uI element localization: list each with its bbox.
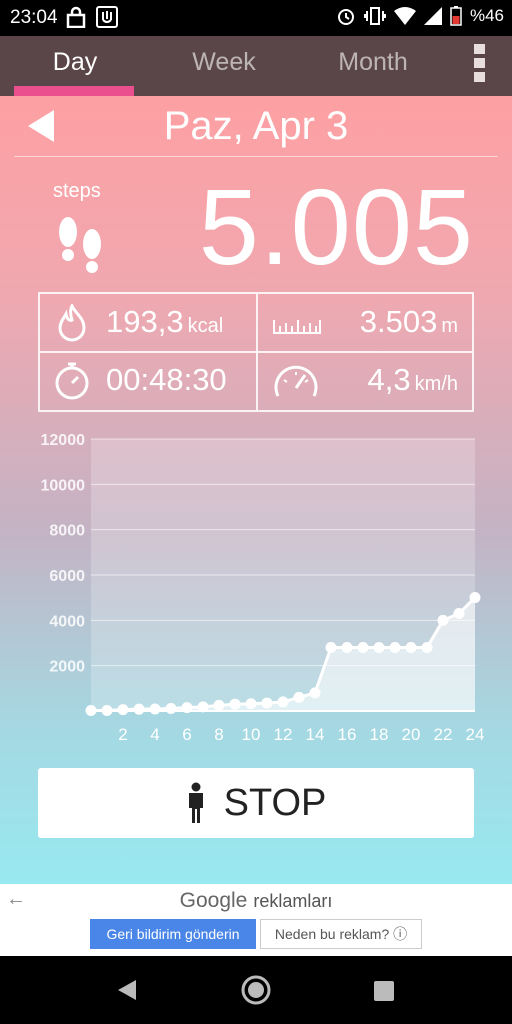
data-point [213, 699, 225, 711]
data-point [357, 642, 369, 654]
steps-count: 5.005 [198, 166, 474, 287]
date-row: Paz, Apr 3 [0, 96, 512, 156]
speedometer-icon [274, 365, 318, 397]
data-point [197, 701, 209, 713]
x-tick-label: 10 [242, 725, 261, 744]
x-tick-label: 12 [274, 725, 293, 744]
vibrate-icon [363, 7, 386, 25]
x-tick-label: 14 [306, 725, 325, 744]
data-point [101, 705, 113, 717]
date-title: Paz, Apr 3 [163, 104, 349, 148]
distance-stat: 3.503 m [360, 304, 458, 340]
steps-label: steps [53, 180, 101, 202]
distance-unit: m [441, 315, 458, 337]
speed-unit: km/h [414, 373, 458, 395]
stop-button[interactable]: STOP [38, 768, 474, 838]
active-tab-indicator [14, 86, 134, 96]
overflow-menu-icon[interactable] [474, 44, 488, 82]
data-point [437, 614, 449, 626]
calories-stat: 193,3 kcal [106, 304, 223, 340]
status-left-icons [66, 6, 118, 28]
data-point [469, 592, 481, 604]
navigation-bar [0, 956, 512, 1024]
home-nav-icon[interactable] [240, 974, 272, 1006]
notification-app-icon [96, 6, 118, 28]
data-point [389, 642, 401, 654]
data-point [181, 702, 193, 714]
duration-value: 00:48:30 [106, 362, 227, 397]
back-nav-icon[interactable] [116, 978, 138, 1002]
y-tick-label: 10000 [41, 477, 86, 494]
x-tick-label: 6 [182, 725, 191, 744]
speed-stat: 4,3 km/h [368, 362, 458, 398]
data-point [133, 703, 145, 715]
ad-header-label: reklamları [253, 891, 333, 911]
x-tick-label: 4 [150, 725, 159, 744]
stopwatch-icon [55, 362, 89, 400]
lock-icon [66, 6, 86, 28]
ad-banner: ← Google reklamları Geri bildirim gönderi… [0, 884, 512, 956]
ad-header: Google reklamları [0, 889, 512, 913]
data-point [261, 697, 273, 709]
data-point [277, 696, 289, 708]
y-tick-label: 12000 [41, 432, 86, 449]
x-tick-label: 8 [214, 725, 223, 744]
data-point [325, 642, 337, 654]
y-tick-label: 8000 [49, 523, 85, 540]
main-content: Paz, Apr 3 steps 5.005 193,3 kcal 3.503 m … [0, 96, 512, 884]
signal-icon [423, 7, 442, 25]
data-point [293, 691, 305, 703]
x-tick-label: 20 [402, 725, 421, 744]
status-right: %46 [336, 6, 504, 26]
recents-nav-icon[interactable] [373, 980, 395, 1002]
ruler-icon [273, 320, 321, 334]
battery-icon [450, 6, 462, 26]
tab-week[interactable]: Week [149, 36, 299, 96]
status-time: 23:04 [10, 7, 58, 28]
wifi-icon [393, 7, 416, 25]
data-point [165, 703, 177, 715]
distance-value: 3.503 [359, 304, 438, 339]
data-point [117, 704, 129, 716]
calories-value: 193,3 [106, 304, 184, 339]
y-tick-label: 4000 [49, 613, 85, 630]
ad-why-button[interactable]: Neden bu reklam? ⓘ [260, 919, 422, 949]
footprints-icon [59, 217, 101, 273]
y-tick-label: 6000 [49, 568, 85, 585]
battery-percent: %46 [469, 6, 504, 25]
data-point [149, 703, 161, 715]
x-tick-label: 2 [118, 725, 127, 744]
stats-grid: 193,3 kcal 3.503 m 00:48:30 4,3 km/h [38, 292, 474, 412]
flame-icon [58, 304, 86, 342]
ad-brand: Google [179, 889, 248, 912]
data-point [309, 687, 321, 699]
data-point [453, 608, 465, 620]
x-tick-label: 18 [370, 725, 389, 744]
ad-feedback-button[interactable]: Geri bildirim gönderin [90, 919, 256, 949]
data-point [229, 698, 241, 710]
x-tick-label: 16 [338, 725, 357, 744]
data-point [373, 642, 385, 654]
x-tick-label: 24 [466, 725, 485, 744]
alarm-icon [337, 9, 354, 25]
stop-button-label: STOP [223, 781, 327, 824]
data-point [405, 642, 417, 654]
person-icon [188, 782, 203, 823]
x-tick-label: 22 [434, 725, 453, 744]
tab-month[interactable]: Month [298, 36, 448, 96]
divider [14, 156, 498, 157]
duration-stat: 00:48:30 [106, 362, 227, 398]
data-point [341, 642, 353, 654]
speed-value: 4,3 [367, 362, 411, 397]
tab-bar: Day Week Month [0, 36, 512, 96]
calories-unit: kcal [187, 315, 224, 337]
status-bar: 23:04 %46 [0, 0, 512, 36]
hourly-steps-chart: 20004000600080001000012000 2 4 6 8 10 12 14 16 1… [41, 432, 485, 744]
data-point [421, 642, 433, 654]
y-tick-label: 2000 [49, 659, 85, 676]
data-point [245, 698, 257, 710]
data-point [85, 705, 97, 717]
